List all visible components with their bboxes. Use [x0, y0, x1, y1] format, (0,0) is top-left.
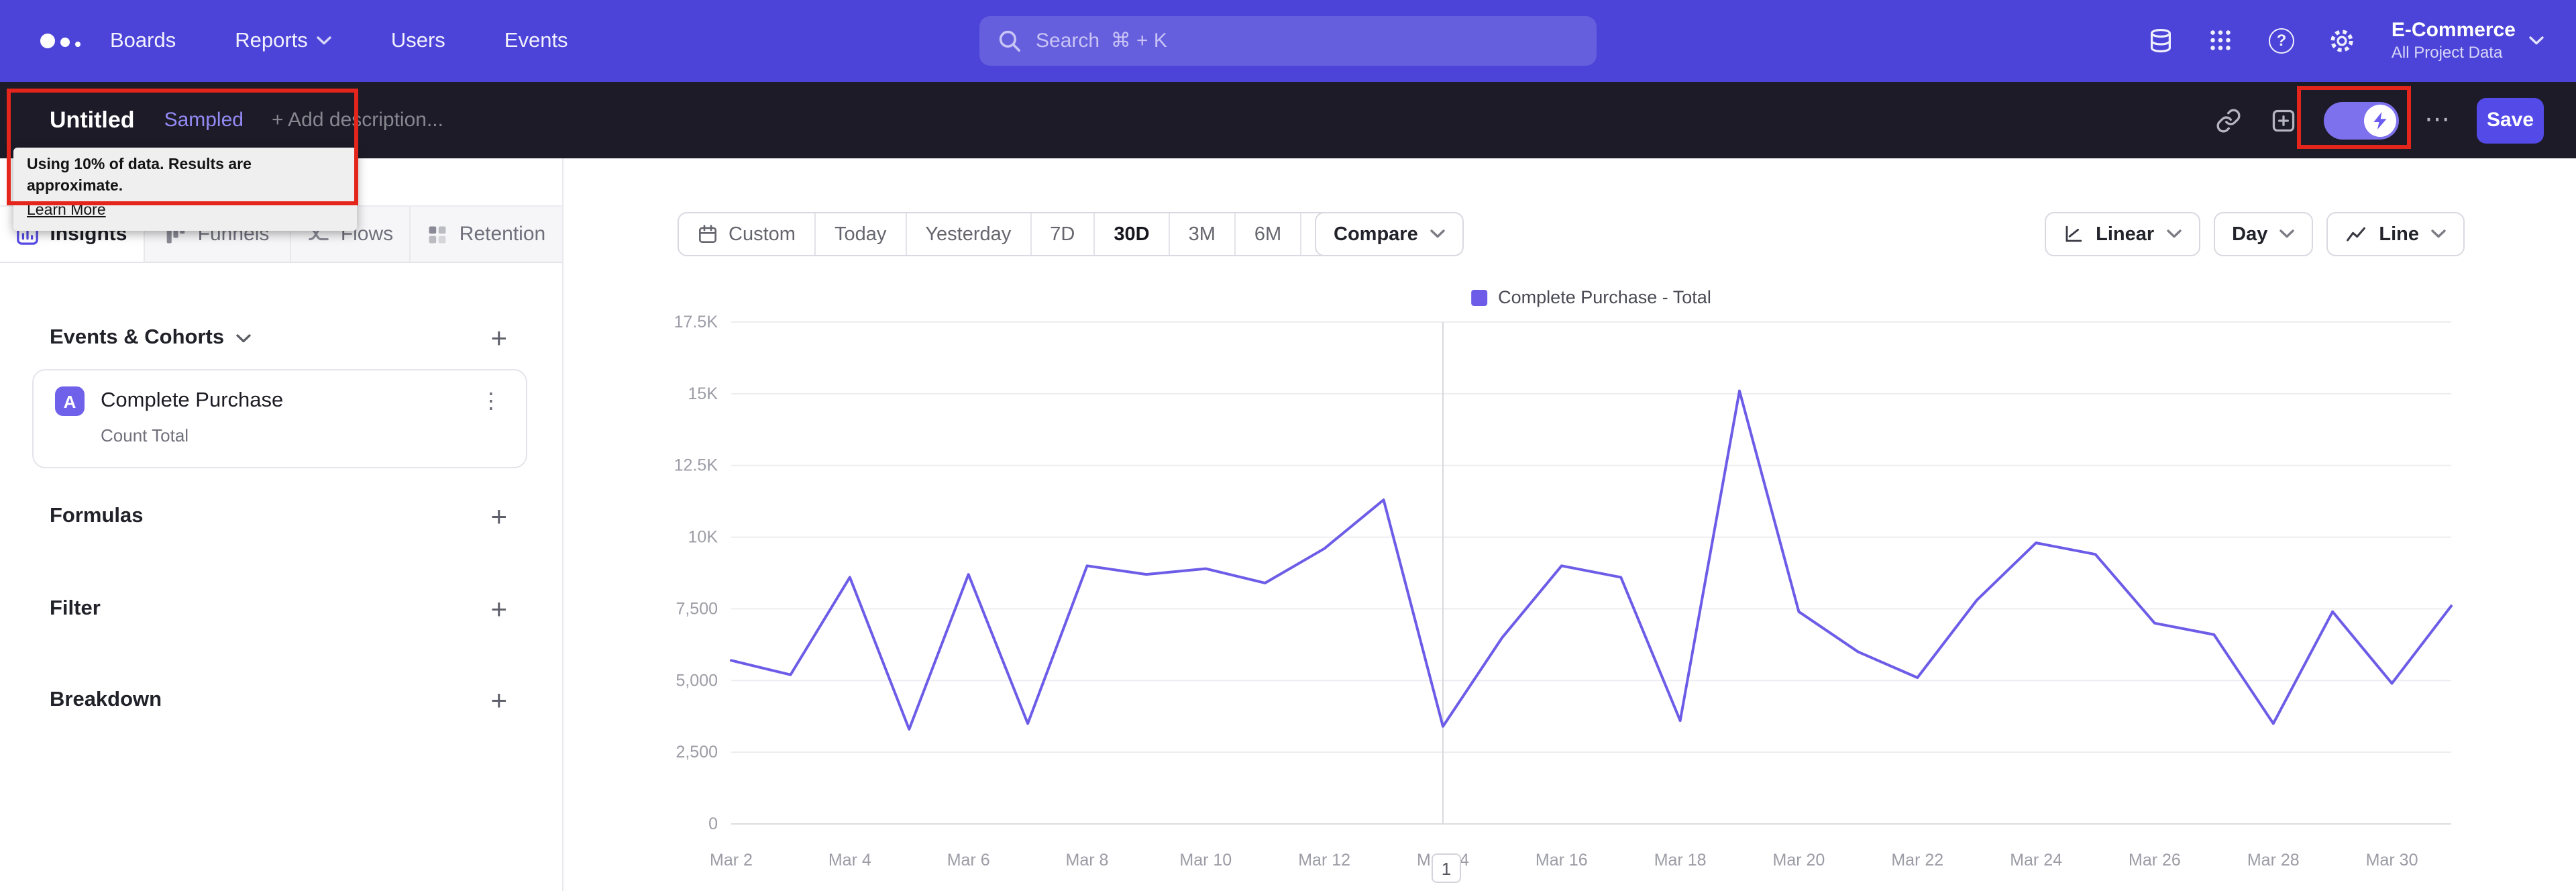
- project-name: E-Commerce: [2391, 19, 2516, 42]
- add-to-board-icon[interactable]: [2269, 105, 2298, 135]
- pagination: 1: [1432, 853, 1461, 883]
- svg-text:Mar 30: Mar 30: [2366, 851, 2418, 870]
- chevron-down-icon: [236, 333, 251, 342]
- section-label: Breakdown: [50, 688, 162, 711]
- svg-text:5,000: 5,000: [676, 671, 718, 690]
- chart-panel: Custom Today Yesterday 7D 30D 3M 6M 12M …: [564, 158, 2576, 891]
- nav-label: Boards: [110, 29, 176, 52]
- nav-label: Users: [390, 29, 445, 52]
- add-description[interactable]: + Add description...: [272, 109, 443, 132]
- project-info: E-Commerce All Project Data: [2392, 19, 2516, 63]
- svg-text:Mar 26: Mar 26: [2129, 851, 2181, 870]
- add-event-button[interactable]: +: [490, 324, 507, 352]
- svg-text:Mar 28: Mar 28: [2247, 851, 2300, 870]
- event-card-row: A Complete Purchase ⋮: [55, 386, 507, 416]
- svg-text:2,500: 2,500: [676, 743, 718, 762]
- help-glyph: ?: [2276, 31, 2287, 50]
- events-cohorts-header[interactable]: Events & Cohorts: [50, 326, 251, 350]
- app-window: Boards Reports Users Events ?: [0, 0, 2576, 891]
- lightning-bolt-icon: [2373, 111, 2387, 129]
- breakdown-header: Breakdown: [50, 688, 162, 713]
- formulas-header: Formulas: [50, 505, 144, 529]
- page-number[interactable]: 1: [1432, 853, 1461, 883]
- top-navigation: Boards Reports Users Events ?: [0, 0, 2576, 82]
- sampled-badge[interactable]: Sampled: [164, 109, 244, 132]
- tab-retention[interactable]: Retention: [411, 207, 562, 262]
- event-letter-badge: A: [55, 386, 85, 416]
- sampling-toggle[interactable]: [2324, 101, 2399, 139]
- svg-text:Mar 2: Mar 2: [710, 851, 753, 870]
- chevron-down-icon: [2529, 36, 2544, 45]
- sampling-tooltip: Using 10% of data. Results are approxima…: [13, 148, 357, 231]
- svg-text:Mar 18: Mar 18: [1654, 851, 1707, 870]
- save-button[interactable]: Save: [2477, 97, 2544, 143]
- svg-text:15K: 15K: [688, 384, 718, 403]
- nav-label: Events: [504, 29, 568, 52]
- project-scope: All Project Data: [2391, 43, 2503, 62]
- svg-text:12.5K: 12.5K: [674, 456, 718, 475]
- svg-text:10K: 10K: [688, 528, 718, 547]
- project-selector[interactable]: E-Commerce All Project Data: [2392, 19, 2544, 63]
- events-cohorts-section: Events & Cohorts +: [0, 322, 562, 354]
- kebab-menu-icon[interactable]: ⋮: [475, 388, 507, 415]
- search-icon: [999, 30, 1020, 52]
- apps-grid-icon[interactable]: [2205, 25, 2237, 57]
- toggle-knob: [2364, 104, 2396, 136]
- svg-text:0: 0: [708, 815, 718, 833]
- event-name: Complete Purchase: [101, 389, 284, 412]
- nav-right-cluster: ? E-Commerce All Project Data: [2145, 19, 2544, 63]
- help-icon[interactable]: ?: [2265, 25, 2298, 57]
- report-actions: ⋯ Save: [2214, 97, 2544, 143]
- event-metric[interactable]: Count Total: [101, 425, 507, 446]
- section-label: Events & Cohorts: [50, 326, 225, 349]
- data-management-icon[interactable]: [2145, 25, 2177, 57]
- svg-text:Mar 20: Mar 20: [1773, 851, 1825, 870]
- learn-more-link[interactable]: Learn More: [27, 203, 106, 219]
- svg-text:Mar 22: Mar 22: [1891, 851, 1943, 870]
- report-title[interactable]: Untitled: [50, 107, 135, 134]
- filter-section: Filter +: [0, 593, 562, 625]
- retention-icon: [429, 225, 447, 243]
- mixpanel-logo-icon[interactable]: [40, 34, 89, 48]
- add-filter-button[interactable]: +: [490, 595, 507, 623]
- tooltip-text: Using 10% of data. Results are approxima…: [27, 157, 252, 195]
- nav-item-reports[interactable]: Reports: [235, 29, 332, 53]
- section-label: Filter: [50, 597, 101, 620]
- nav-item-boards[interactable]: Boards: [110, 29, 176, 53]
- svg-text:Mar 24: Mar 24: [2010, 851, 2062, 870]
- add-breakdown-button[interactable]: +: [490, 686, 507, 715]
- svg-text:17.5K: 17.5K: [674, 313, 718, 331]
- svg-text:Mar 12: Mar 12: [1298, 851, 1350, 870]
- svg-text:Mar 16: Mar 16: [1536, 851, 1588, 870]
- section-label: Formulas: [50, 505, 144, 527]
- svg-text:Mar 4: Mar 4: [828, 851, 871, 870]
- global-search[interactable]: [979, 16, 1597, 66]
- tab-label: Retention: [459, 223, 546, 246]
- primary-nav: Boards Reports Users Events: [110, 29, 568, 53]
- svg-text:Mar 6: Mar 6: [947, 851, 990, 870]
- search-input[interactable]: [1036, 30, 1578, 52]
- settings-gear-icon[interactable]: [2326, 25, 2358, 57]
- chart-canvas: 0 2,500 5,000 7,500 10K 12.5K 15K 17.5K Mar 2 Mar…: [674, 313, 2453, 870]
- nav-label: Reports: [235, 29, 308, 52]
- svg-text:Mar 10: Mar 10: [1179, 851, 1232, 870]
- filter-header: Filter: [50, 597, 101, 621]
- nav-item-users[interactable]: Users: [391, 29, 445, 53]
- breakdown-section: Breakdown +: [0, 684, 562, 717]
- sidebar: Insights Funnels Flows Retention Events …: [0, 158, 564, 891]
- formulas-section: Formulas +: [0, 501, 562, 533]
- nav-item-events[interactable]: Events: [504, 29, 568, 53]
- share-link-icon[interactable]: [2214, 105, 2243, 135]
- add-formula-button[interactable]: +: [490, 503, 507, 531]
- more-options-button[interactable]: ⋯: [2424, 105, 2451, 136]
- report-header: Untitled Sampled + Add description... ⋯ …: [0, 82, 2576, 158]
- event-card[interactable]: A Complete Purchase ⋮ Count Total: [32, 369, 527, 468]
- svg-text:Mar 8: Mar 8: [1066, 851, 1109, 870]
- svg-text:7,500: 7,500: [676, 599, 718, 618]
- chevron-down-icon: [317, 36, 332, 45]
